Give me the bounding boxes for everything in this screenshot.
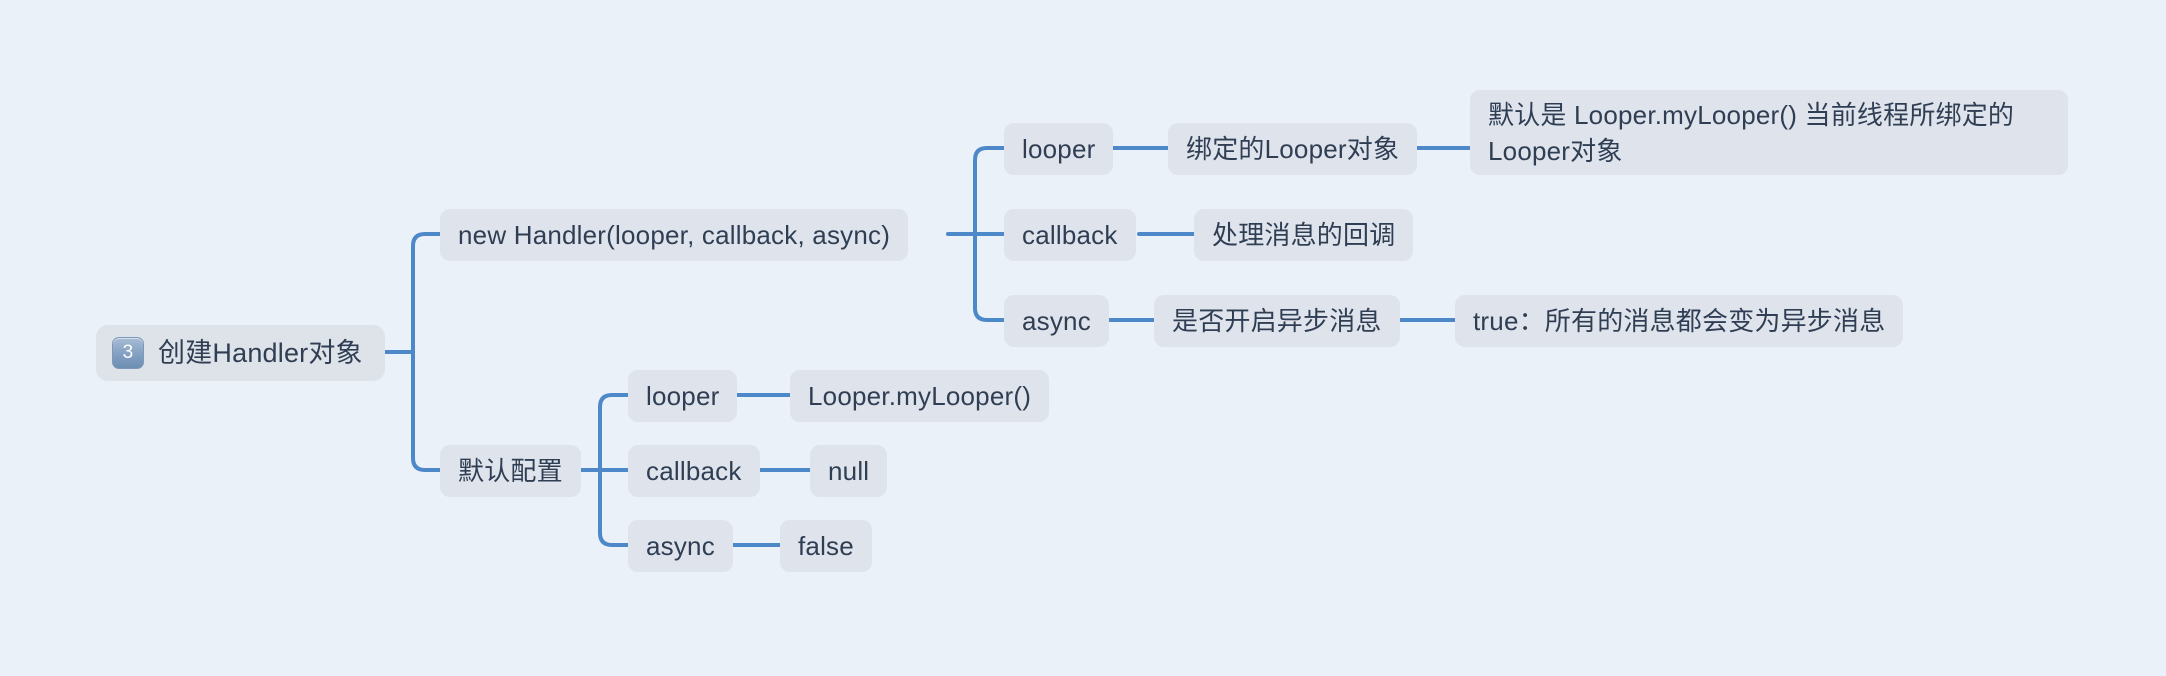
node-new-handler-async-label: async xyxy=(1022,306,1091,336)
node-callback-description-label: 处理消息的回调 xyxy=(1212,220,1396,250)
root-number-badge: 3 xyxy=(112,337,144,369)
connector-default-to-async xyxy=(598,468,630,547)
node-new-handler-callback-label: callback xyxy=(1022,220,1118,250)
node-looper-description[interactable]: 绑定的Looper对象 xyxy=(1168,123,1418,175)
node-default-async-value-label: false xyxy=(798,531,854,561)
node-default-callback-label: callback xyxy=(646,456,742,486)
connector-default-to-looper xyxy=(598,393,630,472)
node-looper-default-note[interactable]: 默认是 Looper.myLooper() 当前线程所绑定的Looper对象 xyxy=(1470,90,2068,175)
node-async-description[interactable]: 是否开启异步消息 xyxy=(1154,295,1400,347)
node-new-handler-callback[interactable]: callback xyxy=(1004,209,1136,261)
node-new-handler-async[interactable]: async xyxy=(1004,295,1109,347)
root-label: 创建Handler对象 xyxy=(158,338,363,368)
connector-new-handler-to-async xyxy=(973,232,1006,322)
node-default-async[interactable]: async xyxy=(628,520,733,572)
node-default-callback-value-label: null xyxy=(828,456,870,486)
connector-spine-to-branch-new-handler xyxy=(411,232,442,354)
connector-new-handler-to-looper xyxy=(973,146,1006,236)
node-default-callback-value[interactable]: null xyxy=(810,445,888,497)
node-default-looper[interactable]: looper xyxy=(628,370,738,422)
node-default-looper-label: looper xyxy=(646,381,720,411)
node-async-description-label: 是否开启异步消息 xyxy=(1172,306,1382,336)
root-node[interactable]: 3 创建Handler对象 xyxy=(96,325,385,381)
node-async-true-note[interactable]: true：所有的消息都会变为异步消息 xyxy=(1455,295,1904,347)
node-default-looper-value-label: Looper.myLooper() xyxy=(808,381,1032,411)
node-looper-default-note-label: 默认是 Looper.myLooper() 当前线程所绑定的Looper对象 xyxy=(1488,99,2015,166)
node-default-config[interactable]: 默认配置 xyxy=(440,445,581,497)
node-callback-description[interactable]: 处理消息的回调 xyxy=(1194,209,1414,261)
node-default-async-value[interactable]: false xyxy=(780,520,872,572)
node-new-handler[interactable]: new Handler(looper, callback, async) xyxy=(440,209,909,261)
node-async-true-note-label: true：所有的消息都会变为异步消息 xyxy=(1473,306,1886,336)
node-default-async-label: async xyxy=(646,531,715,561)
node-new-handler-label: new Handler(looper, callback, async) xyxy=(458,220,891,250)
mindmap-canvas: 3 创建Handler对象 new Handler(looper, callba… xyxy=(0,0,2166,676)
node-looper-description-label: 绑定的Looper对象 xyxy=(1186,134,1400,164)
node-default-config-label: 默认配置 xyxy=(458,456,563,486)
connector-spine-to-branch-default xyxy=(411,350,442,472)
node-new-handler-looper-label: looper xyxy=(1022,134,1096,164)
node-default-callback[interactable]: callback xyxy=(628,445,760,497)
node-default-looper-value[interactable]: Looper.myLooper() xyxy=(790,370,1050,422)
node-new-handler-looper[interactable]: looper xyxy=(1004,123,1114,175)
